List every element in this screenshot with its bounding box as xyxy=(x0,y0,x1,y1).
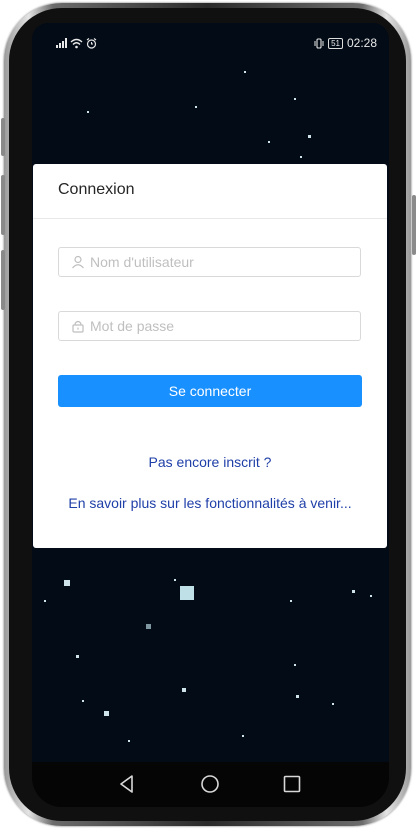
wifi-icon xyxy=(70,38,83,48)
page-title: Connexion xyxy=(58,181,135,198)
star xyxy=(174,579,176,581)
screen: 51 02:28 Connexion Nom d'utilisateur Se … xyxy=(32,23,389,807)
home-icon[interactable] xyxy=(199,773,221,795)
star xyxy=(64,580,70,586)
vibrate-icon xyxy=(314,37,324,49)
volume-button xyxy=(1,118,5,156)
status-icons-right: 51 02:28 xyxy=(314,34,377,52)
power-button xyxy=(1,175,5,235)
star xyxy=(294,98,296,100)
star xyxy=(308,135,311,138)
star xyxy=(128,740,130,742)
star xyxy=(290,600,292,602)
star xyxy=(146,624,151,629)
recents-icon[interactable] xyxy=(281,773,303,795)
star xyxy=(76,655,79,658)
username-input[interactable] xyxy=(90,254,340,270)
login-card: Connexion Se connecter Pas encore inscri… xyxy=(33,164,387,548)
star xyxy=(87,111,89,113)
status-bar: 51 02:28 xyxy=(32,34,389,52)
side-button xyxy=(1,250,5,310)
battery-icon: 51 xyxy=(328,37,343,49)
star xyxy=(104,711,109,716)
right-button xyxy=(412,195,416,255)
star xyxy=(195,106,197,108)
star xyxy=(182,688,186,692)
password-input[interactable] xyxy=(90,318,340,334)
star xyxy=(82,700,84,702)
lock-icon xyxy=(72,320,84,333)
star xyxy=(332,703,334,705)
back-icon[interactable] xyxy=(116,773,138,795)
star xyxy=(244,71,246,73)
star xyxy=(268,141,270,143)
star xyxy=(296,695,299,698)
more-info-link[interactable]: En savoir plus sur les fonctionnalités à… xyxy=(33,495,387,511)
username-field[interactable] xyxy=(58,247,361,277)
clock: 02:28 xyxy=(346,36,377,50)
status-icons-left xyxy=(56,34,97,52)
star xyxy=(180,586,194,600)
user-icon xyxy=(72,255,84,269)
star xyxy=(242,735,244,737)
password-field[interactable] xyxy=(58,311,361,341)
star xyxy=(370,595,372,597)
star xyxy=(300,156,302,158)
star xyxy=(352,590,355,593)
star xyxy=(294,664,296,666)
star xyxy=(44,600,46,602)
signal-icon xyxy=(56,38,67,48)
register-link[interactable]: Pas encore inscrit ? xyxy=(33,454,387,470)
login-card-header: Connexion xyxy=(33,164,387,219)
login-button[interactable]: Se connecter xyxy=(58,375,362,407)
alarm-icon xyxy=(86,37,97,49)
navigation-bar xyxy=(32,762,389,807)
